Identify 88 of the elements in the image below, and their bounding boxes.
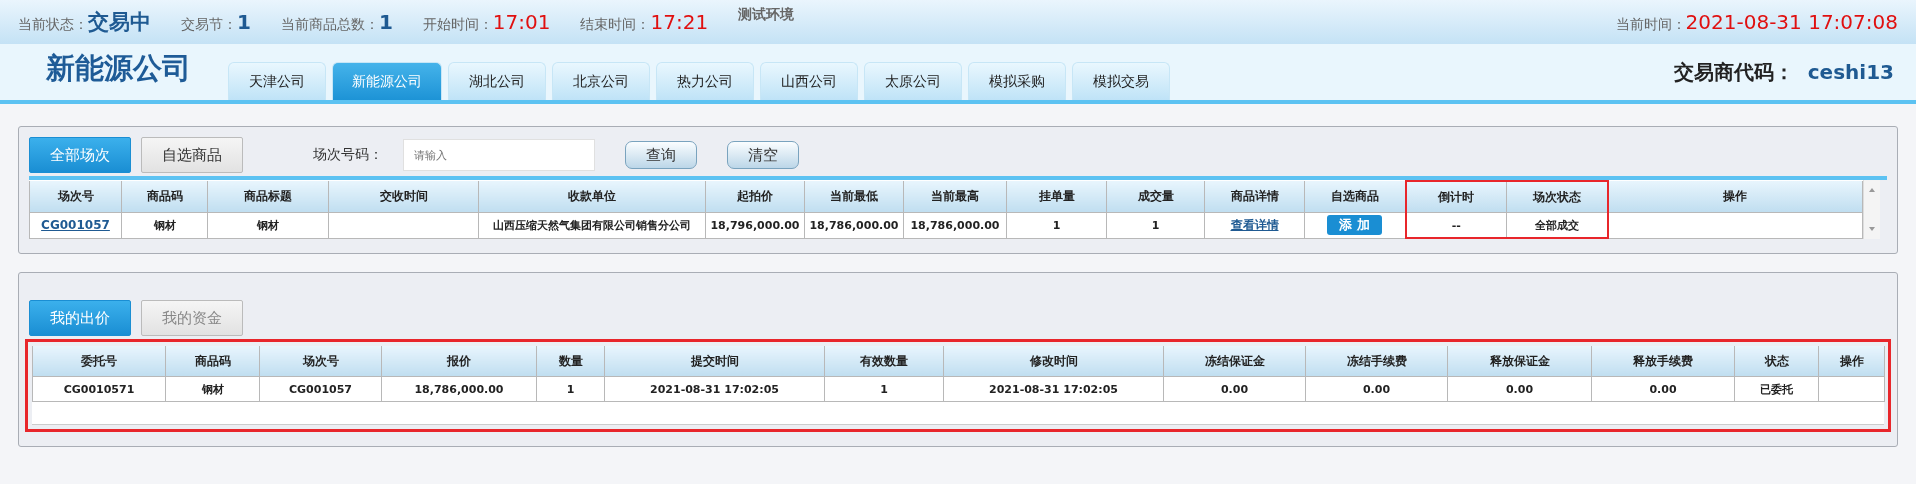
current-time: 2021-08-31 17:07:08 [1685,10,1898,34]
table-cell: 山西压缩天然气集团有限公司销售分公司 [478,212,706,238]
table-cell: 0.00 [1447,376,1592,402]
search-field[interactable]: 请输入 [403,139,595,171]
company-tab[interactable]: 湖北公司 [448,62,546,100]
company-tab[interactable]: 北京公司 [552,62,650,100]
column-header: 有效数量 [824,346,944,377]
scroll-up-icon[interactable] [1867,186,1877,194]
panel-tab[interactable]: 自选商品 [141,137,243,173]
trader-code: ceshi13 [1807,59,1894,84]
column-header: 冻结保证金 [1163,346,1306,377]
status-value: 17:01 [492,10,551,34]
table-cell: 18,786,000.00 [381,376,537,402]
company-tab[interactable]: 模拟交易 [1072,62,1170,100]
table-cell: 0.00 [1305,376,1448,402]
scrollbar[interactable] [1863,180,1880,239]
column-header: 冻结手续费 [1305,346,1448,377]
table-cell: 全部成交 [1506,212,1608,238]
table-cell: -- [1405,212,1507,238]
environment-label: 测试环境 [738,6,795,24]
status-value: 1 [237,10,251,34]
column-header: 商品详情 [1204,181,1305,213]
table-cell: 0.00 [1591,376,1735,402]
column-header: 倒计时 [1405,181,1507,213]
column-header: 场次号 [29,181,122,213]
column-header: 修改时间 [943,346,1164,377]
table-cell: 18,796,000.00 [705,212,805,238]
status-label: 当前状态： [18,16,88,34]
column-header: 场次状态 [1506,181,1608,213]
query-button[interactable]: 清空 [727,141,799,169]
add-button[interactable]: 添 加 [1327,215,1382,236]
table-cell: 钢材 [207,212,329,238]
column-header: 当前最低 [804,181,904,213]
column-header: 商品码 [121,181,208,213]
trader-label: 交易商代码： [1673,58,1794,86]
table-cell: 18,786,000.00 [804,212,904,238]
company-tab[interactable]: 太原公司 [864,62,962,100]
column-header: 场次号 [259,346,382,377]
status-value: 17:21 [650,10,709,34]
table-cell: 1 [536,376,605,402]
table-cell: 1 [1006,212,1107,238]
status-label: 结束时间： [580,16,651,34]
table-cell: 已委托 [1734,376,1819,402]
column-header: 数量 [536,346,605,377]
table-cell: 2021-08-31 17:02:05 [943,376,1164,402]
table-link[interactable]: CG001057 [41,218,110,233]
query-button[interactable]: 查询 [625,141,697,169]
table-cell: 2021-08-31 17:02:05 [604,376,825,402]
scroll-down-icon[interactable] [1867,225,1877,233]
status-value: 交易中 [88,9,151,36]
column-header: 释放手续费 [1591,346,1735,377]
company-title: 新能源公司 [46,50,192,87]
status-label: 开始时间： [422,16,493,34]
company-tab[interactable]: 山西公司 [760,62,858,100]
column-header: 商品标题 [207,181,329,213]
column-header: 委托号 [32,346,166,377]
company-tab[interactable]: 模拟采购 [968,62,1066,100]
company-tab[interactable]: 天津公司 [228,62,326,100]
column-header: 挂单量 [1006,181,1107,213]
column-header: 起拍价 [705,181,805,213]
time-label: 当前时间： [1615,16,1686,34]
search-label: 场次号码： [313,146,383,164]
column-header: 交收时间 [328,181,479,213]
table-cell: CG0010571 [32,376,166,402]
table-cell: 钢材 [165,376,260,402]
status-value: 1 [378,10,393,34]
column-header: 报价 [381,346,537,377]
table-cell: 钢材 [121,212,208,238]
column-header: 状态 [1734,346,1819,377]
status-label: 交易节： [181,16,237,34]
column-header: 当前最高 [903,181,1007,213]
table-link[interactable]: 查看详情 [1230,217,1279,232]
column-header: 操作 [1818,346,1885,377]
table-cell: 1 [1106,212,1205,238]
column-header: 自选商品 [1304,181,1406,213]
company-tab[interactable]: 热力公司 [656,62,754,100]
column-header: 操作 [1607,181,1863,213]
column-header: 商品码 [165,346,260,377]
table-cell: 1 [824,376,944,402]
column-header: 释放保证金 [1447,346,1592,377]
table-cell: CG001057 [259,376,382,402]
empty-cell [1818,376,1885,402]
column-header: 提交时间 [604,346,825,377]
column-header: 收款单位 [478,181,706,213]
table-cell: 18,786,000.00 [903,212,1007,238]
column-header: 成交量 [1106,181,1205,213]
table-cell: 0.00 [1163,376,1306,402]
status-label: 当前商品总数： [280,16,379,34]
